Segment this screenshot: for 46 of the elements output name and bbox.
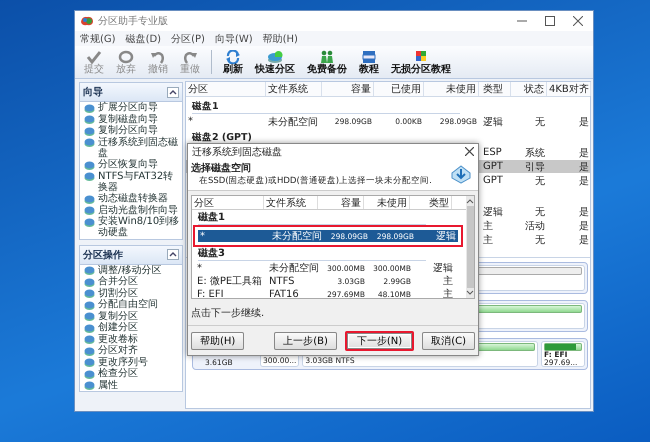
table-cell: 是 <box>579 206 589 218</box>
table-cell: 无 <box>535 176 545 186</box>
table-cell: 无 <box>535 116 545 128</box>
table-cell: 无 <box>535 234 545 246</box>
table-cell: GPT <box>483 161 503 172</box>
table-cell: * <box>197 262 202 274</box>
table-cell: * <box>188 116 193 127</box>
dialog-title: 迁移系统到固态磁盘 <box>192 146 282 158</box>
table-cell: F: EFI <box>197 288 224 298</box>
disk-title: 磁盘1 <box>198 210 225 224</box>
disk-title: 磁盘1 <box>192 100 219 113</box>
table-cell: 逻辑 <box>483 116 503 128</box>
table-cell: 主 <box>443 276 453 287</box>
dialog-heading: 选择磁盘空间 <box>191 162 252 175</box>
dialog-subtitle: 在SSD(固态硬盘)或HDD(普通硬盘)上选择一块未分配空间. <box>198 175 432 187</box>
table-cell: 是 <box>579 116 589 128</box>
table-cell: 未分配空间 <box>272 231 322 242</box>
table-cell: 主 <box>483 220 493 232</box>
table-cell: * <box>200 230 205 242</box>
table-cell: 未分配空间 <box>269 263 319 274</box>
table-cell: 逻辑 <box>433 263 453 274</box>
section-title: 向导 <box>83 86 103 99</box>
table-cell: 是 <box>579 234 589 246</box>
table-cell: 未分配空间 <box>268 116 318 128</box>
table-cell: GPT <box>483 175 503 186</box>
table-cell: 是 <box>579 148 589 158</box>
table-cell: 是 <box>579 220 589 232</box>
table-cell: 系统 <box>525 148 545 158</box>
table-cell: 是 <box>579 162 589 172</box>
table-cell: 引导 <box>525 162 545 172</box>
table-cell: 无 <box>535 206 545 218</box>
disk-title: 磁盘2 (GPT) <box>192 131 252 144</box>
table-cell: 主 <box>483 234 493 246</box>
table-cell: 逻辑 <box>483 206 503 218</box>
disk-title: 磁盘3 <box>198 246 225 260</box>
window-title: 分区助手专业版 <box>98 14 168 28</box>
section-title: 分区操作 <box>83 248 123 262</box>
table-cell: 活动 <box>525 220 545 232</box>
table-cell: E: 微PE工具箱 <box>197 276 262 287</box>
table-cell: 主 <box>443 289 453 298</box>
table-cell: 逻辑 <box>436 231 456 242</box>
table-cell: ESP <box>483 147 502 158</box>
table-cell: FAT16 <box>269 288 299 298</box>
instruction-text: 点击下一步继续. <box>191 308 264 319</box>
table-cell: 是 <box>579 176 589 186</box>
table-cell: NTFS <box>269 276 295 286</box>
